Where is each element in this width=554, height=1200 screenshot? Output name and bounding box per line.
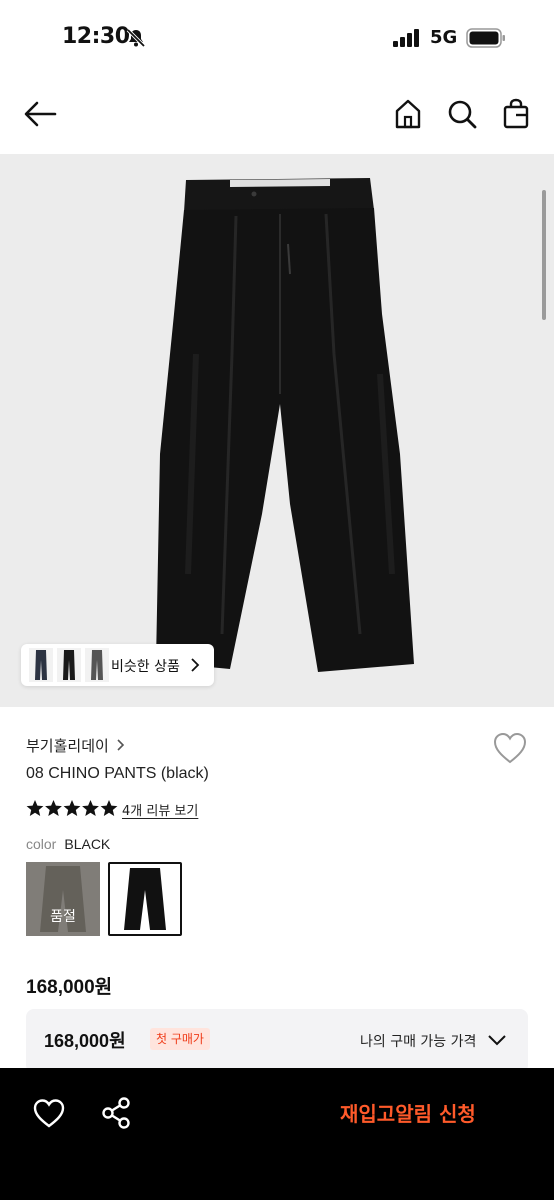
signal-icon [393, 29, 419, 47]
review-link[interactable]: 4개 리뷰 보기 [122, 800, 198, 819]
heart-icon[interactable] [32, 1097, 66, 1129]
status-time: 12:30 [62, 24, 130, 49]
product-name: 08 CHINO PANTS (black) [26, 765, 209, 782]
status-bar: 12:30 5G [0, 0, 554, 76]
soldout-label: 품절 [50, 909, 76, 925]
similar-products-label: 비슷한 상품 [111, 659, 180, 675]
color-swatch-black[interactable] [108, 862, 182, 936]
my-price-value: 168,000원 [44, 1031, 126, 1051]
chevron-right-icon [191, 658, 200, 672]
star-icon [45, 800, 62, 816]
restock-alert-button[interactable]: 재입고알림 신청 [340, 1098, 476, 1127]
battery-icon [466, 28, 505, 48]
product-price: 168,000원 [26, 977, 113, 998]
cart-icon[interactable] [498, 96, 534, 132]
color-row: color BLACK [26, 836, 110, 853]
pants-image [156, 178, 414, 672]
chevron-down-icon[interactable] [486, 1031, 508, 1049]
star-icon [82, 800, 99, 816]
search-icon[interactable] [444, 96, 480, 132]
rating-stars [26, 800, 118, 816]
star-icon [100, 800, 118, 816]
color-value: BLACK [64, 836, 111, 852]
bottom-action-bar: 재입고알림 신청 [0, 1068, 554, 1200]
color-label: color [26, 836, 57, 852]
my-price-label: 나의 구매 가능 가격 [360, 1034, 477, 1050]
similar-products-button[interactable]: 비슷한 상품 [21, 644, 214, 686]
my-price-box[interactable]: 168,000원 첫 구매가 나의 구매 가능 가격 [26, 1009, 528, 1073]
image-scroll-indicator [542, 190, 546, 320]
heart-icon[interactable] [491, 730, 529, 766]
star-icon [63, 800, 81, 816]
share-icon[interactable] [100, 1096, 132, 1130]
first-buy-badge: 첫 구매가 [150, 1028, 210, 1050]
color-swatch-khaki[interactable]: 품절 [26, 862, 100, 936]
network-label: 5G [430, 27, 458, 48]
black-pants-thumbnail [110, 864, 180, 934]
back-arrow-icon[interactable] [22, 96, 58, 132]
star-icon [26, 800, 44, 816]
brand-link[interactable]: 부기홀리데이 [26, 734, 127, 756]
brand-name: 부기홀리데이 [26, 736, 109, 755]
nav-bar [0, 76, 554, 154]
product-image[interactable]: 비슷한 상품 [0, 154, 554, 707]
bell-off-icon [126, 28, 146, 48]
chevron-right-icon [117, 739, 124, 751]
home-icon[interactable] [390, 96, 426, 132]
similar-thumbnails [29, 648, 109, 682]
